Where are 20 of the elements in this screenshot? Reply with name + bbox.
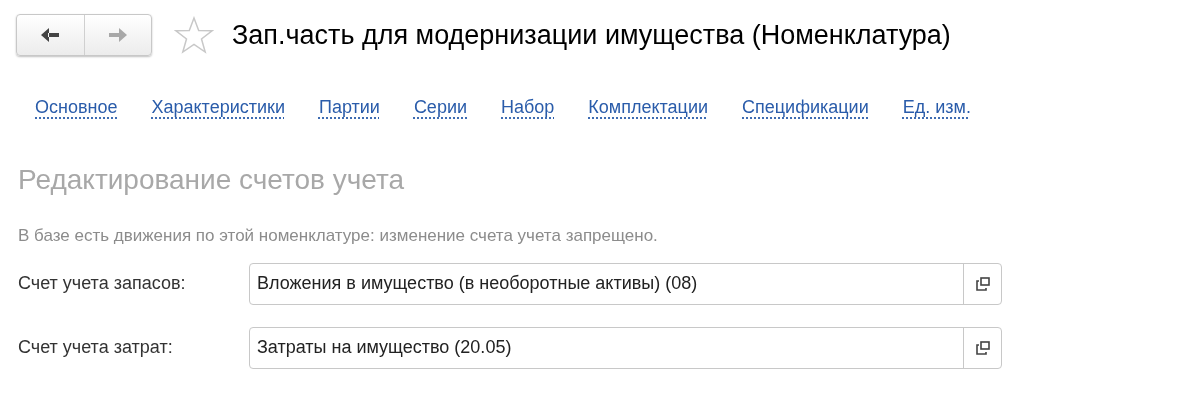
nav-link[interactable]: Серии (413, 94, 467, 121)
nav-link[interactable]: Спецификации (742, 94, 869, 121)
open-window-icon (974, 339, 991, 356)
nav-link[interactable]: Ед. изм. (902, 94, 971, 121)
nav-link[interactable]: Партии (318, 94, 380, 121)
nav-link[interactable]: Основное (35, 94, 118, 121)
star-icon[interactable] (174, 16, 214, 54)
window-title: Зап.часть для модернизации имущества (Номенклатура) (232, 18, 951, 52)
section-heading: Редактирование счетов учета (17, 163, 406, 197)
left-arrow-icon (41, 28, 60, 42)
field-label: Счет учета запасов: (17, 272, 187, 295)
info-note: В базе есть движения по этой номенклатуре: изменение счета учета запрещено. (17, 225, 659, 247)
nav-link[interactable]: Набор (501, 94, 555, 121)
nav-link[interactable]: Комплектации (588, 94, 709, 121)
field-label: Счет учета затрат: (17, 336, 174, 359)
account-field[interactable]: Затраты на имущество (20.05) (249, 326, 1002, 369)
open-window-icon (974, 275, 991, 292)
account-field[interactable]: Вложения в имущество (в необоротные активы) (08) (249, 262, 1002, 305)
right-arrow-icon (108, 28, 127, 42)
nav-link[interactable]: Характеристики (151, 94, 285, 121)
